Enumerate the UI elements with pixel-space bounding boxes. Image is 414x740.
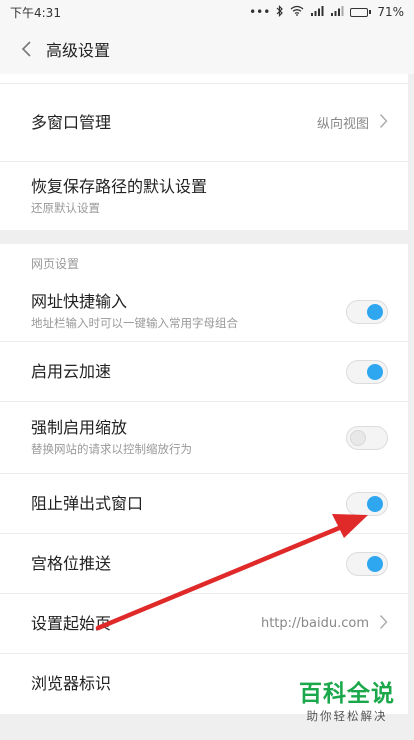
homepage-value: http://baidu.com: [260, 616, 369, 631]
force-zoom-subtitle: 替换网站的请求以控制缩放行为: [31, 442, 192, 456]
signal-icon: [310, 5, 324, 19]
battery-percent: 71%: [377, 5, 404, 19]
header: 高级设置: [0, 24, 414, 74]
chevron-right-icon: [379, 113, 388, 133]
bluetooth-icon: [276, 4, 284, 20]
multiwindow-row[interactable]: 多窗口管理 纵向视图: [0, 84, 408, 162]
status-bar: 下午4:31 ••• 71%: [0, 0, 414, 24]
settings-group-general: 多窗口管理 纵向视图 恢复保存路径的默认设置 还原默认设置: [0, 74, 408, 230]
chevron-left-icon: [21, 41, 31, 57]
multiwindow-value: 纵向视图: [316, 117, 369, 132]
homepage-label: 设置起始页: [31, 613, 112, 633]
grid-push-row[interactable]: 宫格位推送: [0, 534, 408, 594]
more-dots-icon: •••: [249, 5, 271, 19]
watermark-title: 百科全说: [299, 681, 395, 707]
url-shortcut-row[interactable]: 网址快捷输入 地址栏输入时可以一键输入常用字母组合: [0, 282, 408, 342]
force-zoom-toggle[interactable]: [346, 425, 388, 450]
watermark-logo: 百科全说 助你轻松解决: [292, 680, 402, 724]
block-popup-toggle[interactable]: [346, 491, 388, 516]
cloud-accel-label: 启用云加速: [31, 361, 112, 381]
cloud-accel-toggle[interactable]: [346, 359, 388, 384]
block-popup-row[interactable]: 阻止弹出式窗口: [0, 474, 408, 534]
screen: 下午4:31 ••• 71% 高级设置 多窗口管理 纵向视图 恢复保存路径的默认…: [0, 0, 414, 740]
url-shortcut-subtitle: 地址栏输入时可以一键输入常用字母组合: [31, 316, 238, 330]
section-header-web: 网页设置: [0, 244, 408, 282]
url-shortcut-toggle[interactable]: [346, 299, 388, 324]
status-icons: ••• 71%: [249, 4, 404, 20]
status-time: 下午4:31: [10, 5, 61, 20]
wifi-icon: [290, 5, 304, 19]
grid-push-label: 宫格位推送: [31, 553, 112, 573]
battery-icon: [350, 7, 372, 17]
grid-push-toggle[interactable]: [346, 551, 388, 576]
settings-group-web: 网页设置 网址快捷输入 地址栏输入时可以一键输入常用字母组合 启用云加速 强制启…: [0, 244, 408, 714]
signal-icon: [330, 5, 344, 19]
browser-id-label: 浏览器标识: [31, 674, 112, 693]
watermark-subtitle: 助你轻松解决: [306, 709, 388, 723]
cloud-accel-row[interactable]: 启用云加速: [0, 342, 408, 402]
homepage-row[interactable]: 设置起始页 http://baidu.com: [0, 594, 408, 654]
multiwindow-label: 多窗口管理: [31, 112, 112, 132]
back-button[interactable]: [12, 29, 40, 69]
url-shortcut-label: 网址快捷输入: [31, 292, 128, 311]
restore-path-label: 恢复保存路径的默认设置: [31, 176, 208, 196]
restore-path-subtitle: 还原默认设置: [31, 200, 100, 215]
force-zoom-row[interactable]: 强制启用缩放 替换网站的请求以控制缩放行为: [0, 402, 408, 474]
block-popup-label: 阻止弹出式窗口: [31, 493, 144, 513]
chevron-right-icon: [379, 614, 388, 634]
restore-path-row[interactable]: 恢复保存路径的默认设置 还原默认设置: [0, 162, 408, 230]
page-title: 高级设置: [46, 41, 111, 60]
section-divider: [0, 230, 414, 244]
settings-list[interactable]: 多窗口管理 纵向视图 恢复保存路径的默认设置 还原默认设置 网页设置 网址快捷输…: [0, 74, 414, 714]
force-zoom-label: 强制启用缩放: [31, 418, 128, 437]
list-item-partial: [0, 74, 408, 84]
